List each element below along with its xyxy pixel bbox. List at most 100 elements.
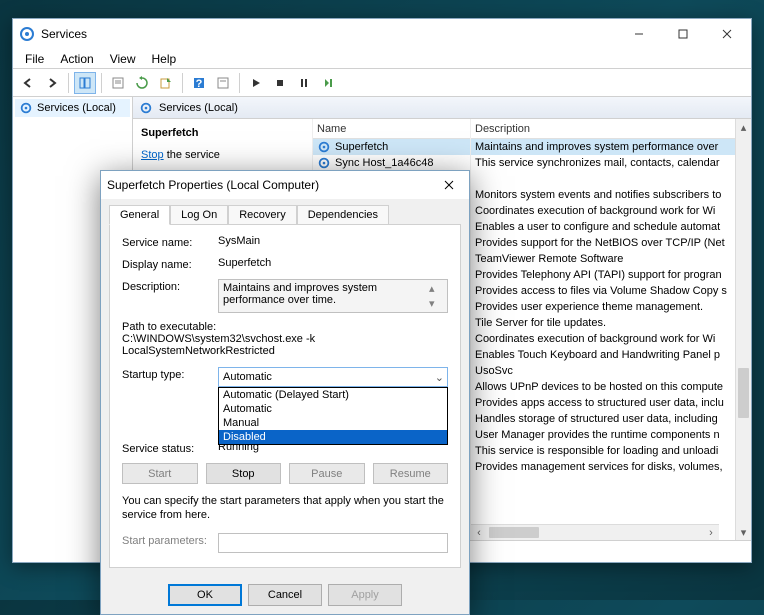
export-button[interactable] — [155, 72, 177, 94]
close-button[interactable] — [705, 20, 749, 48]
apply-button[interactable]: Apply — [328, 584, 402, 606]
properties-dialog: Superfetch Properties (Local Computer) G… — [100, 170, 470, 615]
back-button[interactable] — [17, 72, 39, 94]
gear-icon — [317, 156, 331, 170]
tab-logon[interactable]: Log On — [170, 205, 228, 225]
scroll-up-button[interactable]: ▴ — [736, 119, 751, 135]
chevron-up-icon[interactable]: ▴ — [429, 282, 443, 295]
forward-button[interactable] — [41, 72, 63, 94]
description-row[interactable]: Maintains and improves system performanc… — [471, 139, 735, 155]
description-row[interactable]: Provides management services for disks, … — [471, 459, 735, 475]
menu-view[interactable]: View — [102, 50, 144, 68]
services-app-icon — [19, 26, 35, 42]
option-automatic-delayed[interactable]: Automatic (Delayed Start) — [219, 388, 447, 402]
toolbar: ? — [13, 69, 751, 97]
show-tree-button[interactable] — [74, 72, 96, 94]
titlebar[interactable]: Services — [13, 19, 751, 49]
description-row[interactable]: Coordinates execution of background work… — [471, 331, 735, 347]
value-service-name: SysMain — [218, 235, 448, 247]
tab-general[interactable]: General — [109, 205, 170, 225]
stop-service-button[interactable] — [269, 72, 291, 94]
svg-text:?: ? — [196, 78, 203, 90]
description-row[interactable]: Enables Touch Keyboard and Handwriting P… — [471, 347, 735, 363]
service-row[interactable]: Superfetch — [313, 139, 470, 155]
tree-item-services-local[interactable]: Services (Local) — [15, 99, 130, 117]
option-automatic[interactable]: Automatic — [219, 402, 447, 416]
tab-recovery[interactable]: Recovery — [228, 205, 296, 225]
scroll-right-button[interactable]: › — [703, 525, 719, 540]
dialog-buttons: OK Cancel Apply — [101, 576, 469, 614]
startup-type-selected: Automatic — [223, 371, 272, 383]
pane-header-title: Services (Local) — [159, 102, 238, 114]
description-row[interactable]: This service synchronizes mail, contacts… — [471, 155, 735, 171]
scroll-thumb-v[interactable] — [738, 368, 749, 418]
properties-button[interactable] — [107, 72, 129, 94]
service-name-label: Superfetch — [335, 141, 388, 153]
minimize-button[interactable] — [617, 20, 661, 48]
description-row[interactable]: Enables a user to configure and schedule… — [471, 219, 735, 235]
description-row[interactable]: Allows UPnP devices to be hosted on this… — [471, 379, 735, 395]
tab-dependencies[interactable]: Dependencies — [297, 205, 389, 225]
column-header-description[interactable]: Description — [471, 119, 735, 139]
detail-title: Superfetch — [141, 127, 304, 139]
value-path: C:\WINDOWS\system32\svchost.exe -k Local… — [122, 333, 448, 357]
detail-action: Stop the service — [141, 149, 304, 161]
description-row[interactable]: TeamViewer Remote Software — [471, 251, 735, 267]
chevron-down-icon[interactable]: ▾ — [429, 297, 443, 310]
description-row[interactable]: Provides support for the NetBIOS over TC… — [471, 235, 735, 251]
horizontal-scrollbar[interactable]: ‹ › — [471, 524, 719, 540]
service-row[interactable]: Sync Host_1a46c48 — [313, 155, 470, 171]
description-row[interactable]: Provides access to files via Volume Shad… — [471, 283, 735, 299]
label-description: Description: — [122, 279, 218, 293]
scroll-down-button[interactable]: ▾ — [736, 524, 751, 540]
dialog-close-button[interactable] — [435, 173, 463, 197]
pause-service-button[interactable] — [293, 72, 315, 94]
description-row[interactable]: Tile Server for tile updates. — [471, 315, 735, 331]
description-row[interactable]: Provides apps access to structured user … — [471, 395, 735, 411]
ok-button[interactable]: OK — [168, 584, 242, 606]
dialog-tabs: General Log On Recovery Dependencies — [101, 199, 469, 225]
stop-link[interactable]: Stop — [141, 149, 164, 161]
menu-help[interactable]: Help — [144, 50, 185, 68]
start-button: Start — [122, 463, 198, 484]
help-button[interactable]: ? — [188, 72, 210, 94]
scroll-left-button[interactable]: ‹ — [471, 525, 487, 540]
label-startup-type: Startup type: — [122, 367, 218, 381]
refresh-button[interactable] — [131, 72, 153, 94]
startup-type-combo[interactable]: Automatic ⌄ Automatic (Delayed Start) Au… — [218, 367, 448, 387]
label-service-status: Service status: — [122, 441, 218, 455]
menu-action[interactable]: Action — [52, 50, 101, 68]
description-row[interactable]: This service is responsible for loading … — [471, 443, 735, 459]
option-manual[interactable]: Manual — [219, 416, 447, 430]
description-row[interactable]: UsoSvc — [471, 363, 735, 379]
description-scrollbar[interactable]: ▴▾ — [429, 282, 443, 310]
description-box[interactable]: Maintains and improves system performanc… — [218, 279, 448, 313]
scroll-thumb-h[interactable] — [489, 527, 539, 538]
description-row[interactable]: Provides Telephony API (TAPI) support fo… — [471, 267, 735, 283]
service-name-label: Sync Host_1a46c48 — [335, 157, 433, 169]
option-disabled[interactable]: Disabled — [219, 430, 447, 444]
maximize-button[interactable] — [661, 20, 705, 48]
start-parameters-input[interactable] — [218, 533, 448, 553]
description-row[interactable]: Monitors system events and notifies subs… — [471, 187, 735, 203]
stop-button[interactable]: Stop — [206, 463, 282, 484]
column-header-name[interactable]: Name — [313, 119, 470, 139]
console-properties-button[interactable] — [212, 72, 234, 94]
value-description: Maintains and improves system performanc… — [223, 282, 429, 310]
description-row[interactable]: User Manager provides the runtime compon… — [471, 427, 735, 443]
description-row[interactable] — [471, 171, 735, 187]
description-row[interactable]: Coordinates execution of background work… — [471, 203, 735, 219]
start-service-button[interactable] — [245, 72, 267, 94]
pane-header: Services (Local) — [133, 97, 751, 119]
label-service-name: Service name: — [122, 235, 218, 249]
dialog-titlebar[interactable]: Superfetch Properties (Local Computer) — [101, 171, 469, 199]
vertical-scrollbar[interactable]: ▴ ▾ — [735, 119, 751, 540]
description-row[interactable]: Handles storage of structured user data,… — [471, 411, 735, 427]
cancel-button[interactable]: Cancel — [248, 584, 322, 606]
restart-service-button[interactable] — [317, 72, 339, 94]
label-path: Path to executable: — [122, 321, 448, 333]
gear-icon — [19, 101, 33, 115]
tab-panel-general: Service name: SysMain Display name: Supe… — [109, 224, 461, 568]
menu-file[interactable]: File — [17, 50, 52, 68]
description-row[interactable]: Provides user experience theme managemen… — [471, 299, 735, 315]
